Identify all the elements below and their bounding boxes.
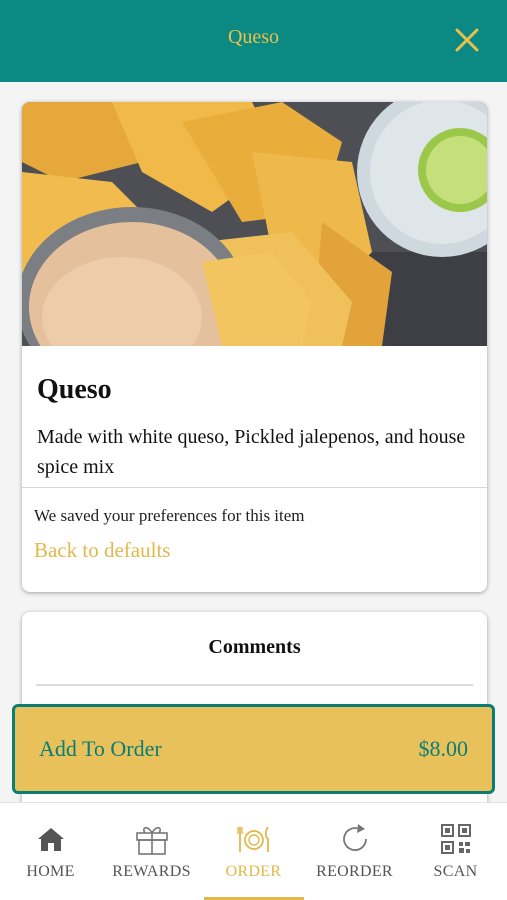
back-to-defaults-link[interactable]: Back to defaults (34, 538, 170, 563)
page-title: Queso (227, 26, 280, 48)
tab-label: ORDER (225, 863, 282, 880)
tab-label: REORDER (316, 863, 393, 880)
item-photo (22, 102, 487, 346)
tab-label: HOME (26, 863, 75, 880)
comments-divider (36, 684, 473, 686)
item-title: Queso (37, 374, 112, 405)
tab-rewards[interactable]: REWARDS (101, 803, 202, 900)
item-price: $8.00 (418, 736, 469, 761)
divider (22, 487, 487, 488)
header-bar: Queso (0, 0, 507, 82)
plate-cutlery-icon (236, 826, 269, 852)
tab-order[interactable]: ORDER (203, 803, 304, 900)
item-card: Queso Made with white queso, Pickled jal… (22, 102, 487, 592)
tab-scan[interactable]: SCAN (405, 803, 506, 900)
saved-preferences-text: We saved your preferences for this item (34, 506, 305, 525)
close-icon[interactable] (453, 26, 481, 54)
home-icon (37, 828, 64, 851)
tab-reorder[interactable]: REORDER (304, 803, 405, 900)
gift-icon (135, 826, 168, 855)
qr-code-icon (440, 824, 471, 854)
tab-home[interactable]: HOME (0, 803, 101, 900)
refresh-icon (342, 824, 367, 851)
tab-label: SCAN (433, 863, 478, 880)
comments-title: Comments (208, 636, 301, 658)
bottom-tab-bar: HOME REWARDS ORDER REORDER SCAN (0, 802, 507, 900)
add-to-order-label: Add To Order (39, 736, 162, 761)
item-description: Made with white queso, Pickled jalepenos… (37, 426, 466, 478)
tab-label: REWARDS (112, 863, 191, 880)
add-to-order-button[interactable]: Add To Order $8.00 (12, 704, 495, 794)
